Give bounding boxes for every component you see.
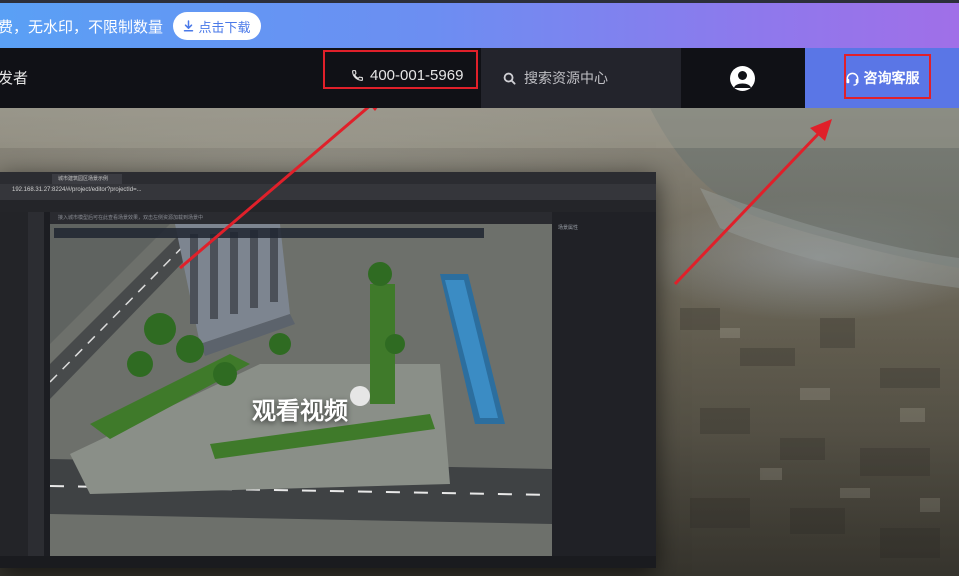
phone-icon [352,70,363,81]
hero-section: 城市建筑园区场景示例 192.168.31.27:8224/#/project/… [0,108,959,576]
download-button[interactable]: 点击下载 [173,12,261,40]
top-nav: 发者 400-001-5969 搜索资源中心 咨询客服 [0,48,959,108]
nav-brand-text[interactable]: 发者 [0,67,28,88]
phone-contact[interactable]: 400-001-5969 [351,67,463,84]
download-icon [184,20,194,32]
consult-label: 咨询客服 [863,70,920,86]
search-icon [503,72,516,85]
annotation-arrows [179,108,832,286]
headset-icon [846,72,858,86]
arrow-to-phone [179,108,370,270]
arrow-to-consult [673,128,824,286]
search-input[interactable]: 搜索资源中心 [481,48,681,108]
consult-service-button[interactable]: 咨询客服 [805,48,959,108]
user-avatar-icon [734,71,751,88]
user-avatar[interactable] [730,66,755,91]
download-label: 点击下载 [198,19,251,35]
promo-banner: 费，无水印，不限制数量 点击下载 [0,3,959,48]
search-placeholder: 搜索资源中心 [524,70,608,86]
watch-video-label[interactable]: 观看视频 [252,391,348,426]
phone-number: 400-001-5969 [370,67,464,84]
promo-text: 费，无水印，不限制数量 [0,19,164,36]
